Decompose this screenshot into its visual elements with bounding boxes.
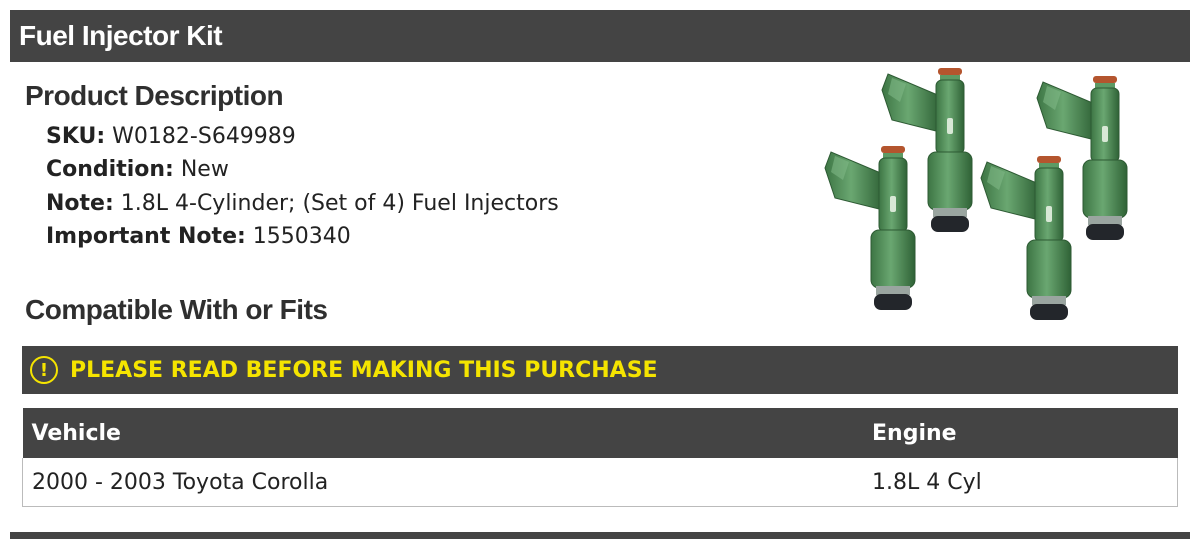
spec-row-important-note: Important Note: 1550340: [46, 220, 559, 253]
spec-value: New: [180, 157, 229, 183]
spec-label: Note:: [46, 190, 114, 216]
purchase-notice-bar: ! PLEASE READ BEFORE MAKING THIS PURCHAS…: [22, 346, 1178, 394]
engine-cell: 1.8L 4 Cyl: [863, 458, 1178, 507]
spec-row-note: Note: 1.8L 4-Cylinder; (Set of 4) Fuel I…: [46, 187, 559, 220]
spec-value: 1550340: [252, 224, 351, 250]
spec-label: Condition:: [46, 157, 174, 183]
fitment-table: Vehicle Engine 2000 - 2003 Toyota Coroll…: [22, 408, 1178, 507]
injector-front-left: [824, 145, 916, 311]
spec-row-condition: Condition: New: [46, 153, 559, 186]
spec-value: W0182-S649989: [112, 124, 296, 149]
purchase-notice-text: PLEASE READ BEFORE MAKING THIS PURCHASE: [70, 357, 658, 383]
table-header-row: Vehicle Engine: [22, 408, 1178, 458]
injector-front-right: [980, 155, 1072, 321]
table-row: 2000 - 2003 Toyota Corolla 1.8L 4 Cyl: [22, 458, 1178, 507]
page-title: Fuel Injector Kit: [19, 20, 223, 51]
product-description-heading: Product Description: [25, 80, 284, 111]
compatibility-heading: Compatible With or Fits: [25, 294, 328, 325]
warning-icon: !: [30, 356, 58, 384]
engine-column-header: Engine: [863, 408, 1178, 458]
spec-label: Important Note:: [46, 224, 246, 250]
vehicle-cell: 2000 - 2003 Toyota Corolla: [22, 458, 863, 507]
spec-value: 1.8L 4-Cylinder; (Set of 4) Fuel Injecto…: [120, 190, 559, 216]
fuel-injector-product-image: [824, 67, 1128, 321]
spec-list: SKU: W0182-S649989 Condition: New Note: …: [46, 120, 559, 254]
spec-label: SKU:: [46, 124, 106, 149]
vehicle-column-header: Vehicle: [22, 408, 863, 458]
page-title-bar: Fuel Injector Kit: [10, 10, 1190, 62]
spec-row-sku: SKU: W0182-S649989: [46, 120, 559, 153]
bottom-divider: [10, 532, 1190, 539]
